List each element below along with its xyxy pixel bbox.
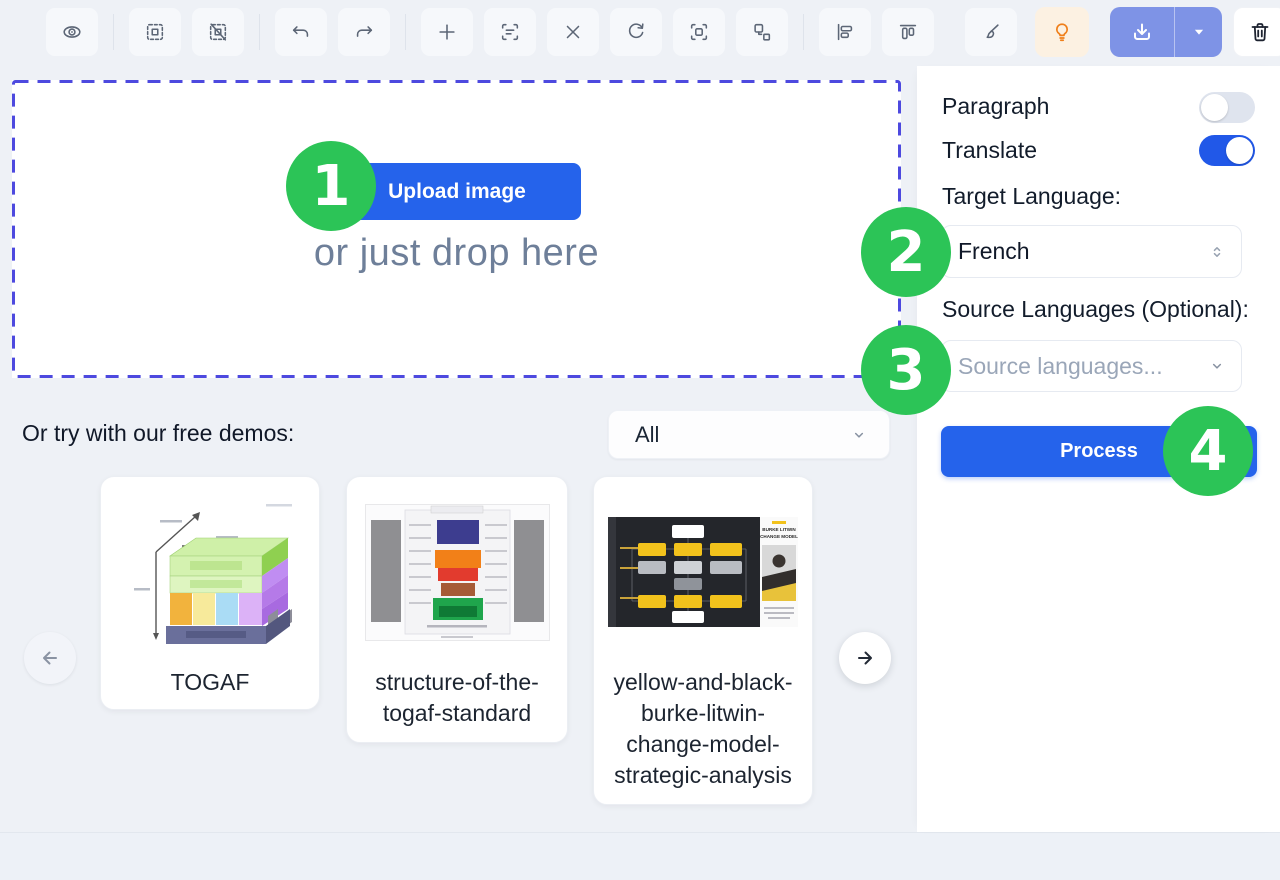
chevron-down-icon [1207,356,1227,376]
redo-icon [353,21,375,43]
demo-thumbnail-togaf [101,477,319,667]
paragraph-toggle[interactable] [1199,92,1255,123]
align-top-button[interactable] [881,7,935,57]
download-split-button [1110,7,1222,57]
eye-icon [61,21,83,43]
dropzone-dashed-border [12,80,901,378]
align-top-icon [897,21,919,43]
source-languages-select[interactable]: Source languages... [941,340,1242,392]
align-left-button[interactable] [818,7,872,57]
structure-diagram-thumb [365,504,550,641]
detect-regions-icon [688,21,710,43]
download-options-button[interactable] [1174,7,1222,57]
ocr-scan-button[interactable] [483,7,537,57]
source-languages-label: Source Languages (Optional): [942,296,1249,323]
lightbulb-icon [1051,21,1073,43]
demo-thumbnail-burke-litwin: BURKE LITWIN CHANGE MODEL [594,477,812,667]
drop-hint-text: or just drop here [12,232,901,275]
demos-heading: Or try with our free demos: [22,420,294,447]
step-badge-4: 4 [1163,406,1253,496]
source-languages-placeholder: Source languages... [958,353,1163,380]
toggle-knob [1201,94,1228,121]
footer-strip [0,832,1280,880]
ungroup-icon [751,21,773,43]
download-button[interactable] [1110,7,1174,57]
toolbar-separator [803,14,804,50]
align-left-icon [834,21,856,43]
demo-card-burke-litwin[interactable]: BURKE LITWIN CHANGE MODEL yellow-and-bla… [593,476,813,805]
select-all-icon [144,21,166,43]
select-all-button[interactable] [128,7,182,57]
undo-icon [290,21,312,43]
step-badge-1: 1 [286,141,376,231]
chevron-up-down-icon [1207,241,1227,263]
toolbar-separator [113,14,114,50]
toolbar-separator [405,14,406,50]
demo-card-label: yellow-and-black-burke-litwin-change-mod… [594,667,812,791]
demos-prev-button[interactable] [24,632,76,684]
trash-button[interactable] [1233,7,1280,57]
image-translator-app: Upload image or just drop here 1 2 3 4 O… [0,0,1280,880]
plus-icon [436,21,458,43]
burke-litwin-title-line1: BURKE LITWIN [762,527,796,532]
step-badge-3: 3 [861,325,951,415]
deselect-icon [207,21,229,43]
preview-button[interactable] [45,7,99,57]
x-icon [562,21,584,43]
arrow-right-icon [853,646,877,670]
toggle-knob [1226,137,1253,164]
target-language-label: Target Language: [942,183,1121,210]
demo-card-label: structure-of-the-togaf-standard [347,667,567,729]
toolbar [45,7,1222,57]
demo-thumbnail-structure [347,477,567,667]
deselect-button[interactable] [191,7,245,57]
paintbrush-icon [980,21,1002,43]
delete-selection-button[interactable] [546,7,600,57]
caret-down-icon [1188,21,1210,43]
format-brush-button[interactable] [964,7,1018,57]
download-icon [1130,20,1154,44]
tips-button[interactable] [1035,7,1089,57]
burke-litwin-title-line2: CHANGE MODEL [760,534,798,539]
add-button[interactable] [420,7,474,57]
demo-filter-select[interactable]: All [608,410,890,459]
step-badge-2: 2 [861,207,951,297]
refresh-icon [625,21,647,43]
burke-litwin-thumb: BURKE LITWIN CHANGE MODEL [608,517,798,627]
translate-label: Translate [942,137,1037,164]
demo-card-label: TOGAF [101,667,319,698]
upload-dropzone[interactable]: Upload image or just drop here [12,80,901,378]
redo-button[interactable] [337,7,391,57]
refresh-button[interactable] [609,7,663,57]
translate-toggle[interactable] [1199,135,1255,166]
target-language-value: French [958,238,1030,265]
demos-next-button[interactable] [839,632,891,684]
togaf-diagram-thumb [120,496,300,648]
demo-filter-value: All [635,422,659,448]
demo-card-togaf[interactable]: TOGAF [100,476,320,710]
target-language-select[interactable]: French [941,225,1242,278]
demo-card-structure-of-the-togaf-standard[interactable]: structure-of-the-togaf-standard [346,476,568,743]
trash-icon [1248,20,1272,44]
toolbar-separator [259,14,260,50]
undo-button[interactable] [274,7,328,57]
chevron-down-icon [849,425,869,445]
arrow-left-icon [38,646,62,670]
ungroup-button[interactable] [735,7,789,57]
paragraph-label: Paragraph [942,93,1049,120]
ocr-scan-icon [499,21,521,43]
detect-regions-button[interactable] [672,7,726,57]
